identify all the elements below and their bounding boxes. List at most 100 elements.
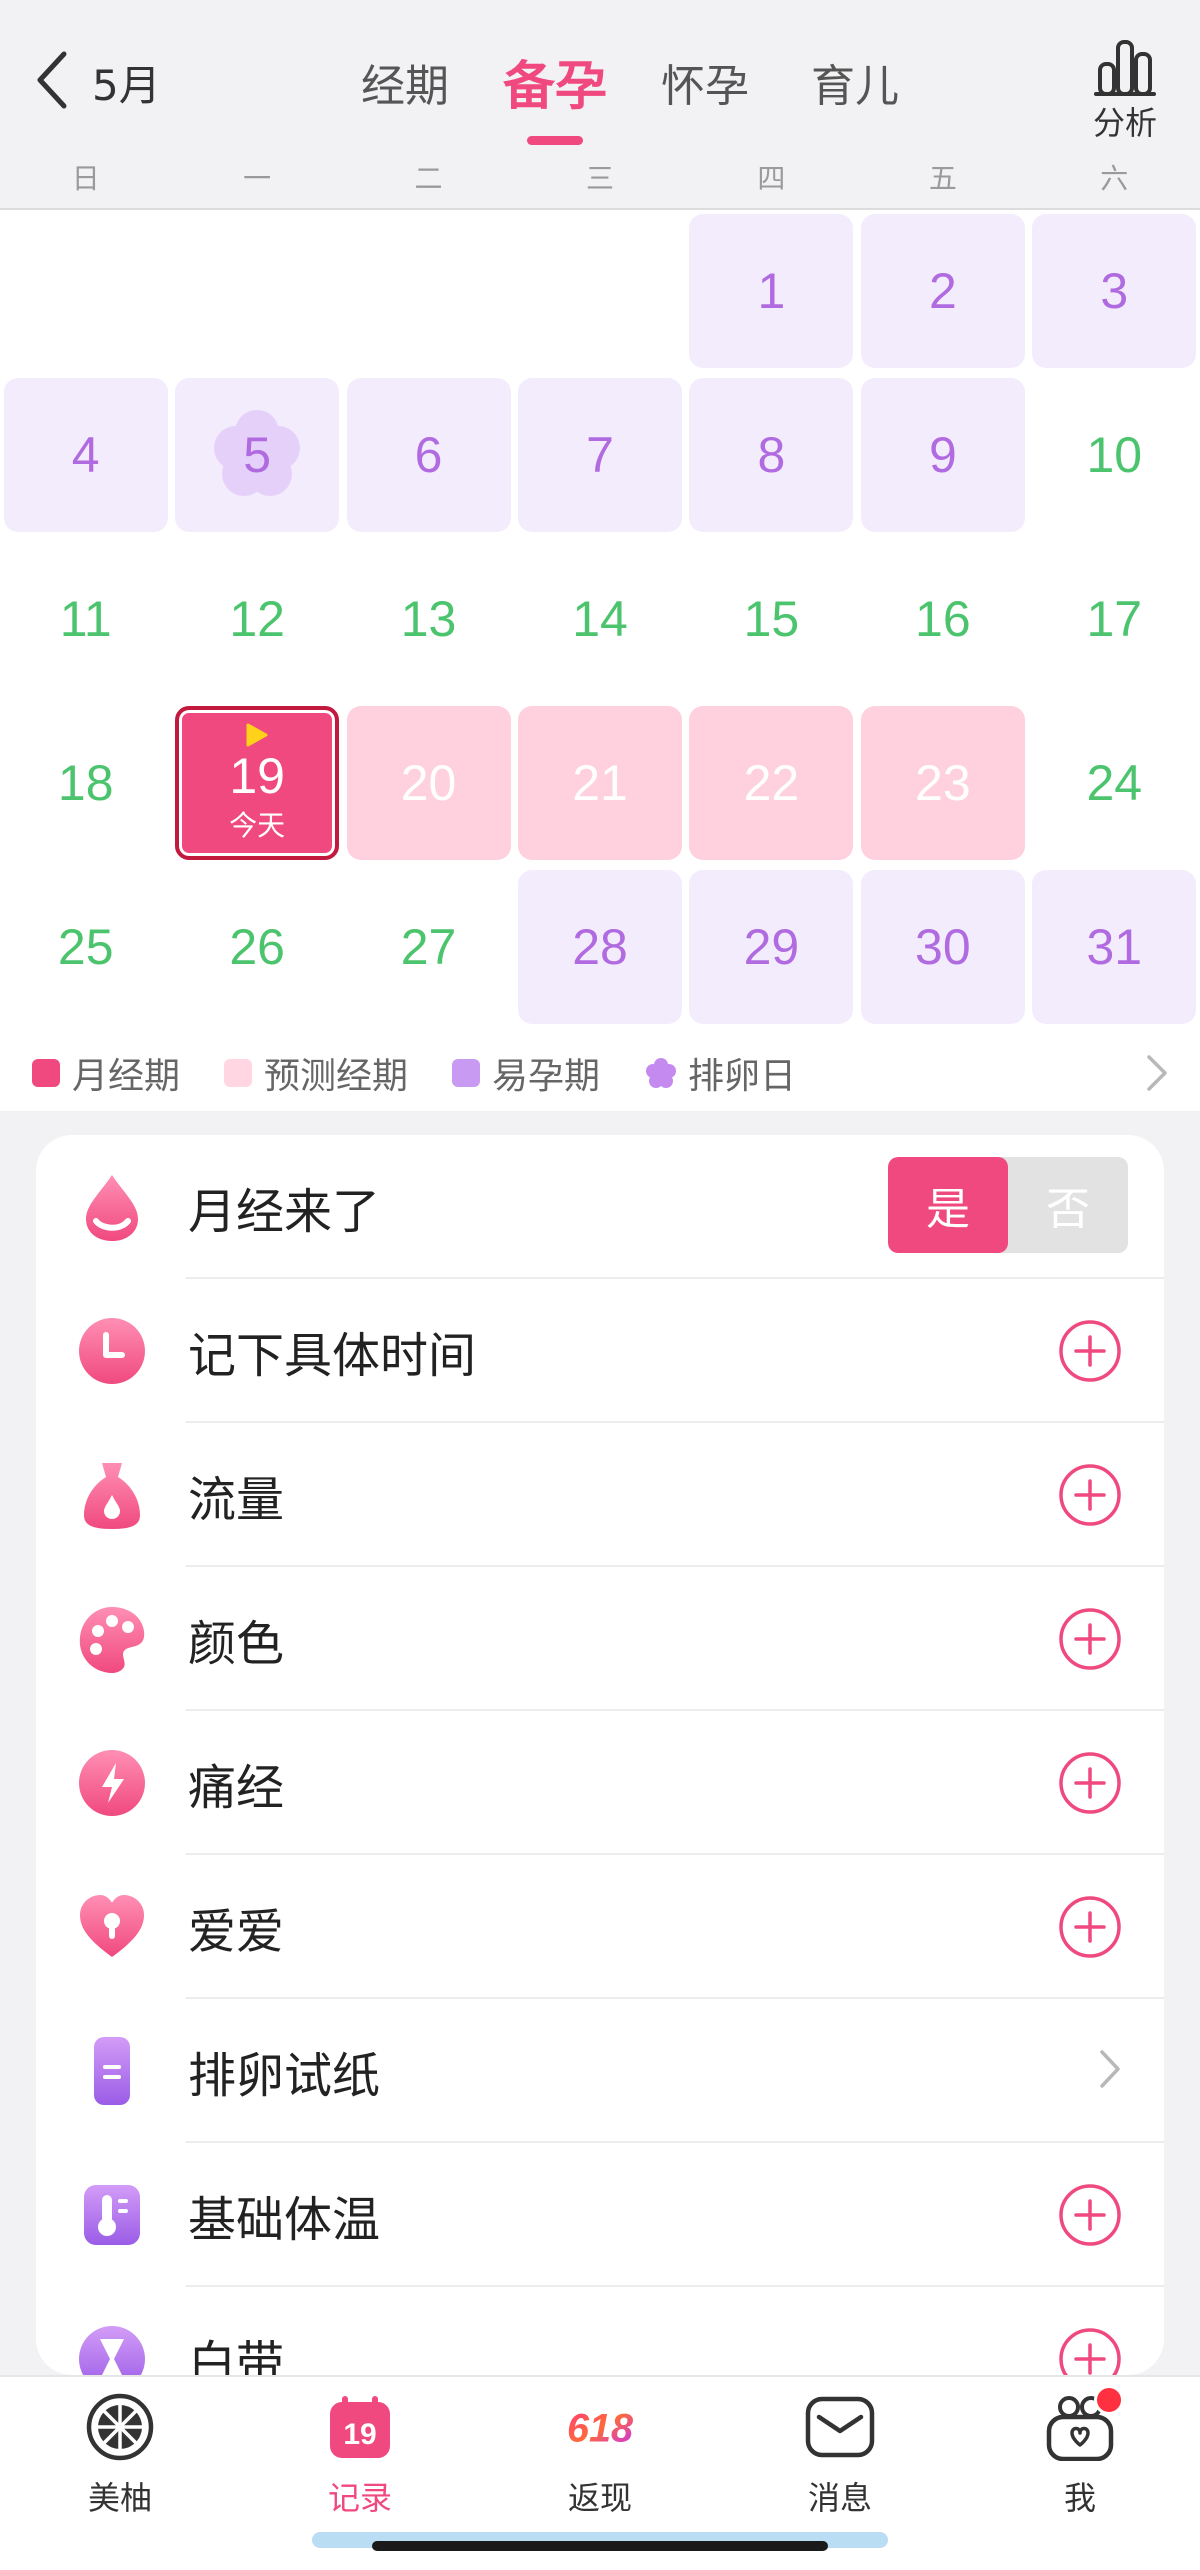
calendar-day-31[interactable]: 31 xyxy=(1032,870,1197,1024)
calendar-day-22[interactable]: 22 xyxy=(689,706,854,860)
record-row-palette[interactable]: 颜色 xyxy=(36,1567,1164,1711)
calendar-day-25[interactable]: 25 xyxy=(4,870,168,1024)
tab-period[interactable]: 经期 xyxy=(330,48,480,148)
618-icon: 618 xyxy=(564,2391,636,2463)
calendar-day-28[interactable]: 28 xyxy=(518,870,682,1024)
analysis-button[interactable]: 分析 xyxy=(1082,38,1168,142)
record-row-lightning[interactable]: 痛经 xyxy=(36,1711,1164,1855)
nav-cashback[interactable]: 618 返现 xyxy=(520,2391,680,2531)
top-header: 5月 经期 备孕 怀孕 育儿 分析 日 一 二 三 四 五 六 xyxy=(0,0,1200,210)
calendar-day-1[interactable]: 1 xyxy=(689,214,854,368)
add-circle-icon[interactable] xyxy=(1058,1751,1122,1815)
hourglass-icon xyxy=(76,2323,148,2375)
calendar-day-7[interactable]: 7 xyxy=(518,378,682,532)
record-row-label: 排卵试纸 xyxy=(188,2048,381,2104)
bar-chart-icon xyxy=(1094,40,1156,96)
clock-icon xyxy=(76,1315,148,1387)
month-label[interactable]: 5月 xyxy=(92,52,161,113)
message-icon xyxy=(804,2391,876,2463)
weekday-label: 四 xyxy=(757,162,786,195)
record-row-thermometer[interactable]: 基础体温 xyxy=(36,2143,1164,2287)
legend-more-button[interactable] xyxy=(1144,1053,1170,1097)
nav-messages-label: 消息 xyxy=(807,2479,872,2517)
month-calendar: 1 2 3 4 5 6 7 8 9 10 11 12 13 14 15 16 17 18 19 今天 20 21 22 23 2… xyxy=(0,210,1200,1111)
calendar-day-20[interactable]: 20 xyxy=(346,706,511,860)
predicted-swatch xyxy=(224,1059,253,1087)
calendar-day-2[interactable]: 2 xyxy=(860,214,1025,368)
record-row-bag[interactable]: 流量 xyxy=(36,1423,1164,1567)
calendar-day-9[interactable]: 9 xyxy=(860,378,1025,532)
day-number: 29 xyxy=(743,919,800,975)
calendar-day-21[interactable]: 21 xyxy=(518,706,682,860)
chevron-right-icon[interactable] xyxy=(1096,2047,1124,2095)
weekday-label: 二 xyxy=(414,162,443,195)
calendar-day-3[interactable]: 3 xyxy=(1032,214,1197,368)
calendar-day-14[interactable]: 14 xyxy=(518,542,682,696)
day-number: 6 xyxy=(414,427,443,483)
record-row-test-strip[interactable]: 排卵试纸 xyxy=(36,1999,1164,2143)
tab-pregnancy[interactable]: 怀孕 xyxy=(630,48,780,148)
calendar-day-29[interactable]: 29 xyxy=(689,870,854,1024)
add-circle-icon[interactable] xyxy=(1058,1895,1122,1959)
calendar-day-27[interactable]: 27 xyxy=(347,870,511,1024)
calendar-day-18[interactable]: 18 xyxy=(4,706,168,860)
heart-icon xyxy=(76,1891,148,1963)
calendar-day-10[interactable]: 10 xyxy=(1032,378,1196,532)
calendar-day-23[interactable]: 23 xyxy=(860,706,1025,860)
calendar-day-12[interactable]: 12 xyxy=(175,542,339,696)
lightning-icon xyxy=(76,1747,148,1819)
add-circle-icon[interactable] xyxy=(1058,1319,1122,1383)
tab-trying-to-conceive[interactable]: 备孕 xyxy=(480,48,630,148)
day-number: 10 xyxy=(1086,427,1143,483)
nav-record[interactable]: 19 记录 xyxy=(280,2391,440,2531)
flower-icon xyxy=(646,1058,677,1088)
calendar-day-13[interactable]: 13 xyxy=(347,542,511,696)
record-row-period-came: 月经来了 是 否 xyxy=(36,1135,1164,1279)
calendar-day-24[interactable]: 24 xyxy=(1032,706,1196,860)
day-number: 13 xyxy=(400,591,457,647)
add-circle-icon[interactable] xyxy=(1058,2183,1122,2247)
day-number: 14 xyxy=(572,591,628,647)
no-button[interactable]: 否 xyxy=(1008,1157,1128,1253)
nav-meiyou[interactable]: 美柚 xyxy=(40,2391,200,2531)
home-indicator[interactable] xyxy=(372,2541,828,2551)
calendar-day-17[interactable]: 17 xyxy=(1032,542,1196,696)
calendar-day-19[interactable]: 19 今天 xyxy=(175,706,340,860)
test-strip-icon xyxy=(76,2035,148,2107)
tab-parenting[interactable]: 育儿 xyxy=(780,48,930,148)
day-number: 19 xyxy=(229,748,285,804)
legend-predicted: 预测经期 xyxy=(224,1047,408,1099)
legend-period-label: 月经期 xyxy=(72,1056,181,1097)
calendar-day-16[interactable]: 16 xyxy=(861,542,1025,696)
nav-me-label: 我 xyxy=(1063,2479,1096,2517)
calendar-day-4[interactable]: 4 xyxy=(3,378,168,532)
analysis-label: 分析 xyxy=(1092,104,1157,142)
period-came-label: 月经来了 xyxy=(188,1184,381,1240)
day-number: 2 xyxy=(928,263,957,319)
day-number: 26 xyxy=(229,919,285,975)
back-button[interactable] xyxy=(22,44,82,116)
record-row-heart[interactable]: 爱爱 xyxy=(36,1855,1164,1999)
record-row-clock[interactable]: 记下具体时间 xyxy=(36,1279,1164,1423)
yes-button[interactable]: 是 xyxy=(888,1157,1008,1253)
record-row-hourglass[interactable]: 白带 xyxy=(36,2287,1164,2375)
day-number: 3 xyxy=(1100,263,1129,319)
today-label: 今天 xyxy=(229,809,286,842)
weekday-row: 日 一 二 三 四 五 六 xyxy=(0,150,1200,208)
calendar-day-5[interactable]: 5 xyxy=(175,378,340,532)
calendar-day-15[interactable]: 15 xyxy=(689,542,853,696)
add-circle-icon[interactable] xyxy=(1058,1463,1122,1527)
calendar-day-6[interactable]: 6 xyxy=(346,378,511,532)
nav-me[interactable]: 我 xyxy=(1000,2385,1160,2531)
calendar-day-8[interactable]: 8 xyxy=(689,378,854,532)
record-row-label: 流量 xyxy=(188,1472,285,1528)
calendar-day-26[interactable]: 26 xyxy=(175,870,339,1024)
calendar-19-icon: 19 xyxy=(324,2391,396,2463)
mode-tabs: 经期 备孕 怀孕 育儿 xyxy=(330,48,930,148)
nav-messages[interactable]: 消息 xyxy=(760,2391,920,2531)
calendar-day-30[interactable]: 30 xyxy=(860,870,1025,1024)
add-circle-icon[interactable] xyxy=(1058,2327,1122,2375)
calendar-day-11[interactable]: 11 xyxy=(4,542,168,696)
legend-ovulation-label: 排卵日 xyxy=(688,1056,797,1097)
add-circle-icon[interactable] xyxy=(1058,1607,1122,1671)
